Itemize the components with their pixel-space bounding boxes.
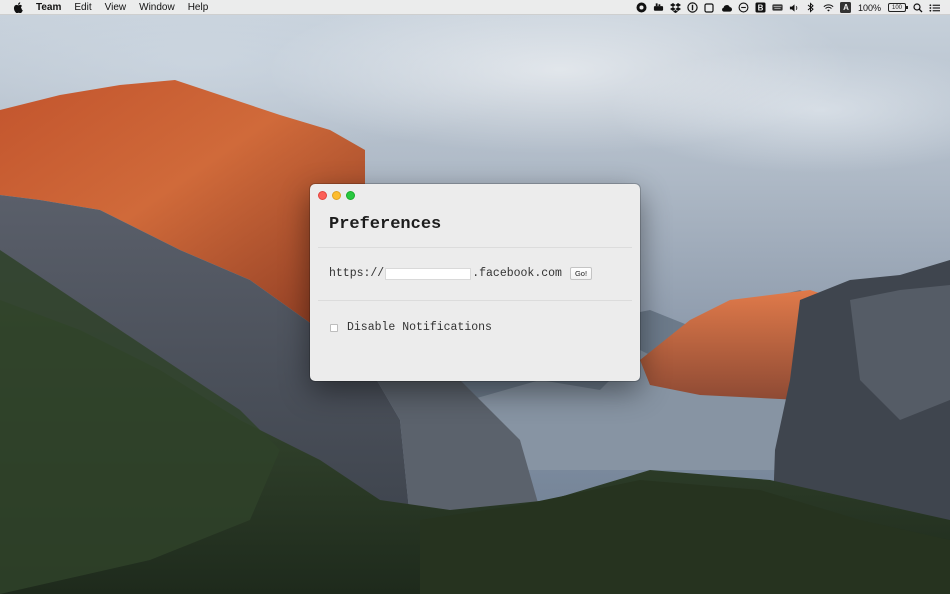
disable-notifications-checkbox[interactable]: [330, 323, 338, 332]
team-url-input[interactable]: [385, 267, 472, 280]
disable-notifications-label[interactable]: Disable Notifications: [347, 321, 492, 334]
minimize-button[interactable]: [332, 191, 341, 200]
battery-icon-text: 100: [891, 4, 902, 11]
apple-menu-icon[interactable]: [12, 1, 24, 13]
sync-icon[interactable]: [738, 2, 749, 13]
notification-center-icon[interactable]: [929, 2, 940, 13]
preferences-window: Preferences https:// .facebook.com Go! D…: [310, 184, 640, 381]
url-row: https:// .facebook.com Go!: [329, 267, 593, 280]
menu-app-name[interactable]: Team: [36, 0, 61, 15]
window-controls: [318, 191, 355, 200]
app-icon-1[interactable]: [636, 2, 647, 13]
maximize-button[interactable]: [346, 191, 355, 200]
svg-text:B: B: [758, 4, 764, 13]
menu-help[interactable]: Help: [188, 0, 209, 15]
spotlight-icon[interactable]: [912, 2, 923, 13]
close-button[interactable]: [318, 191, 327, 200]
menu-view[interactable]: View: [105, 0, 127, 15]
input-source-icon[interactable]: A: [840, 2, 852, 13]
menu-window[interactable]: Window: [139, 0, 175, 15]
dropbox-icon[interactable]: [669, 2, 681, 13]
menu-edit[interactable]: Edit: [74, 0, 91, 15]
square-icon[interactable]: [704, 2, 715, 13]
battery-icon[interactable]: 100: [888, 3, 908, 12]
url-suffix: .facebook.com: [472, 267, 562, 280]
volume-icon[interactable]: [789, 2, 800, 13]
bold-b-icon[interactable]: B: [755, 2, 766, 13]
app-icon-2[interactable]: [653, 2, 664, 13]
bluetooth-icon[interactable]: [806, 2, 817, 13]
wifi-icon[interactable]: [823, 2, 834, 13]
menu-bar: Team Edit View Window Help B A 100% 100: [0, 0, 950, 15]
window-title: Preferences: [329, 215, 442, 234]
url-prefix: https://: [329, 267, 385, 280]
notifications-row: Disable Notifications: [330, 321, 492, 334]
go-button[interactable]: Go!: [569, 267, 593, 280]
battery-percent: 100%: [857, 2, 881, 13]
keyboard-icon[interactable]: [772, 2, 783, 13]
status-area: B A 100% 100: [636, 0, 940, 15]
onepassword-icon[interactable]: [687, 2, 698, 13]
divider: [318, 247, 632, 248]
divider: [318, 300, 632, 301]
input-source-letter: A: [840, 2, 852, 13]
cloud-icon[interactable]: [721, 2, 732, 13]
